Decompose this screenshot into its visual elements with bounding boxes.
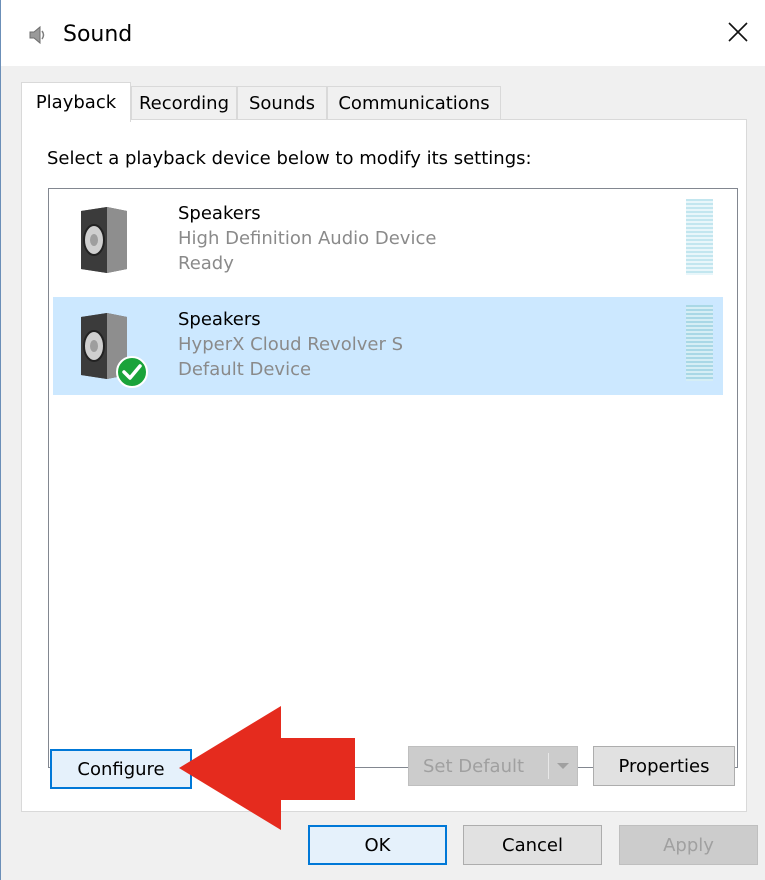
split-divider: [548, 753, 549, 779]
speaker-icon: [29, 25, 45, 45]
close-button[interactable]: [710, 8, 765, 56]
apply-button[interactable]: Apply: [619, 825, 758, 865]
tab-recording[interactable]: Recording: [131, 86, 237, 120]
playback-panel: Select a playback device below to modify…: [21, 119, 747, 812]
chevron-down-icon[interactable]: [555, 757, 571, 775]
close-icon: [728, 22, 748, 42]
device-name: Speakers: [178, 309, 261, 330]
device-description: High Definition Audio Device: [178, 228, 437, 249]
ok-button[interactable]: OK: [308, 825, 447, 865]
volume-meter: [686, 305, 713, 381]
cancel-button[interactable]: Cancel: [463, 825, 602, 865]
green-check-icon: [116, 356, 148, 388]
tab-communications[interactable]: Communications: [327, 86, 501, 120]
speaker-icon: [81, 207, 127, 273]
list-item[interactable]: Speakers High Definition Audio Device Re…: [53, 191, 723, 289]
configure-button[interactable]: Configure: [50, 749, 192, 789]
device-description: HyperX Cloud Revolver S: [178, 334, 403, 355]
set-default-button[interactable]: Set Default: [408, 746, 578, 786]
list-item[interactable]: Speakers HyperX Cloud Revolver S Default…: [53, 297, 723, 395]
device-status: Ready: [178, 253, 234, 274]
window-title: Sound: [63, 22, 133, 47]
sound-dialog: Sound Playback Recording Sounds Communic…: [0, 0, 765, 880]
instruction-text: Select a playback device below to modify…: [47, 148, 532, 169]
red-arrow-icon: [179, 706, 355, 830]
device-name: Speakers: [178, 203, 261, 224]
title-bar[interactable]: Sound: [1, 0, 765, 66]
volume-meter: [686, 199, 713, 275]
tab-sounds[interactable]: Sounds: [237, 86, 327, 120]
tab-playback[interactable]: Playback: [21, 82, 131, 122]
set-default-label: Set Default: [423, 756, 525, 777]
device-list[interactable]: Speakers High Definition Audio Device Re…: [48, 188, 738, 768]
device-status: Default Device: [178, 359, 312, 380]
properties-button[interactable]: Properties: [593, 746, 735, 786]
